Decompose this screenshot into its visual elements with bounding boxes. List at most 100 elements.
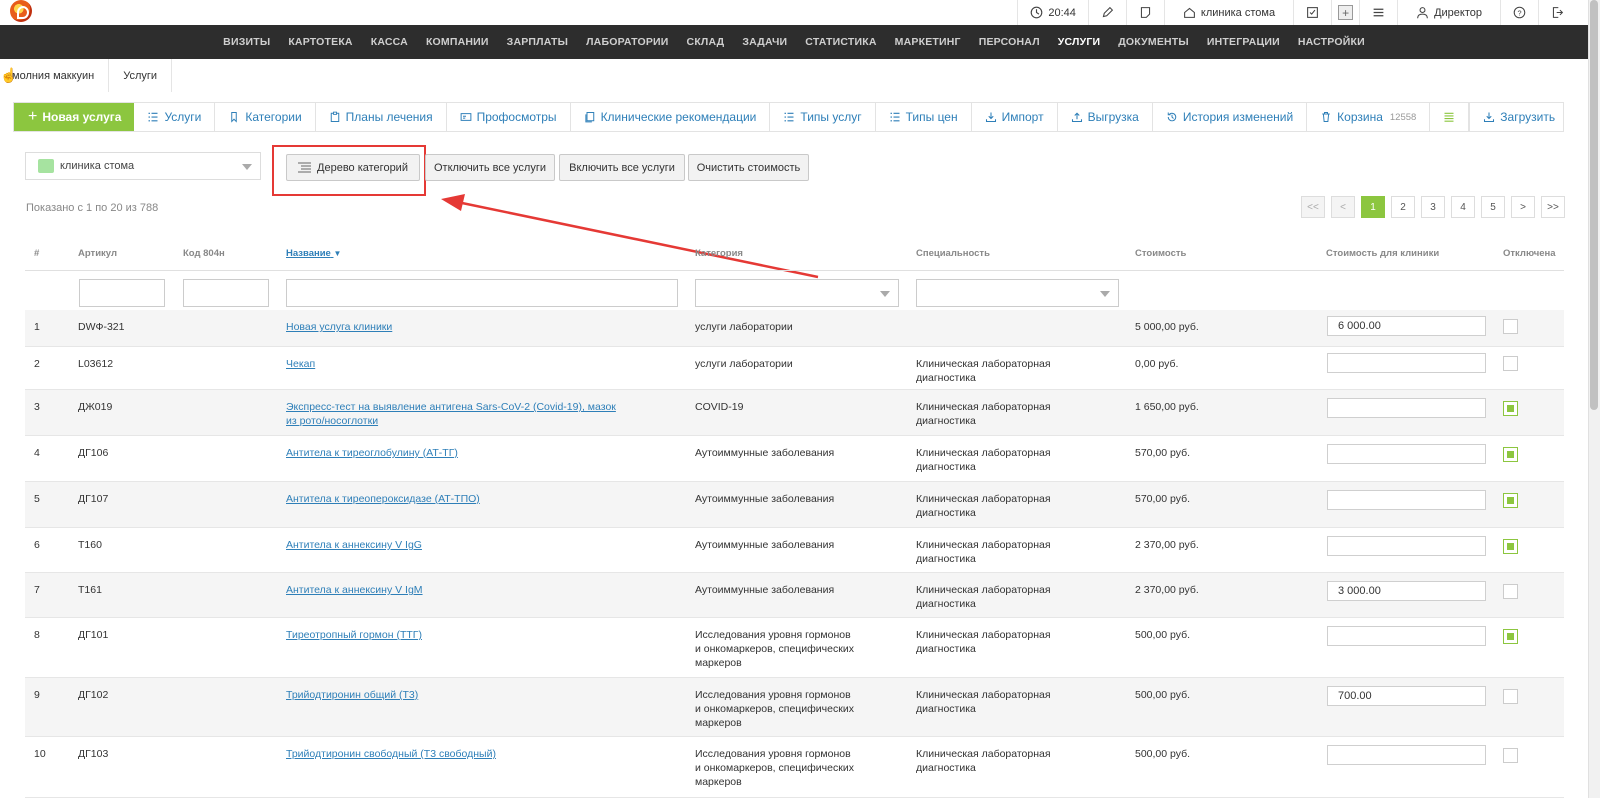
tab-categories[interactable]: Категории (215, 103, 316, 131)
page-button[interactable]: >> (1541, 196, 1565, 218)
disabled-checkbox[interactable] (1503, 689, 1518, 704)
disabled-checkbox[interactable] (1503, 748, 1518, 763)
tab-change-history[interactable]: История изменений (1153, 103, 1308, 131)
tasks-button[interactable] (1293, 0, 1331, 25)
clinic-cost-input[interactable] (1327, 536, 1486, 556)
clinic-cost-input[interactable] (1327, 444, 1486, 464)
nav-item-3[interactable]: КОМПАНИИ (417, 36, 498, 48)
menu-button[interactable] (1359, 0, 1397, 25)
service-name-link[interactable]: Антитела к аннексину V IgM (286, 583, 616, 597)
code-filter-input[interactable] (183, 279, 269, 307)
tab-clinical-recommendations[interactable]: Клинические рекомендации (571, 103, 771, 131)
service-name-link[interactable]: Антитела к аннексину V IgG (286, 538, 616, 552)
notes-button[interactable] (1125, 0, 1164, 25)
nav-item-0[interactable]: ВИЗИТЫ (214, 36, 279, 48)
load-button[interactable]: Загрузить (1469, 103, 1568, 131)
row-number: 7 (34, 584, 40, 596)
disabled-checkbox[interactable] (1503, 493, 1518, 508)
category-filter-select[interactable] (695, 279, 899, 307)
service-name-link[interactable]: Антитела к тиреопероксидазе (АТ-ТПО) (286, 492, 616, 506)
page-button[interactable]: 3 (1421, 196, 1445, 218)
column-cost[interactable]: Стоимость (1135, 248, 1186, 259)
tab-checkups[interactable]: Профосмотры (447, 103, 571, 131)
column-specialty[interactable]: Специальность (916, 248, 990, 259)
service-name-link[interactable]: Тиреотропный гормон (ТТГ) (286, 628, 616, 642)
disable-all-button[interactable]: Отключить все услуги (425, 154, 555, 181)
nav-item-9[interactable]: МАРКЕТИНГ (886, 36, 970, 48)
service-name-link[interactable]: Чекап (286, 357, 616, 371)
column-category[interactable]: Категория (695, 248, 743, 259)
clinic-cost-input[interactable]: 6 000.00 (1327, 316, 1486, 336)
nav-item-4[interactable]: ЗАРПЛАТЫ (498, 36, 577, 48)
column-clinic-cost[interactable]: Стоимость для клиники (1326, 248, 1439, 259)
logout-button[interactable] (1538, 0, 1576, 25)
columns-toggle-button[interactable] (1430, 103, 1470, 131)
clinic-cost-input[interactable] (1327, 626, 1486, 646)
service-name-link[interactable]: Экспресс-тест на выявление антигена Sars… (286, 400, 616, 428)
nav-item-7[interactable]: ЗАДАЧИ (733, 36, 796, 48)
clear-cost-button[interactable]: Очистить стоимость (688, 154, 809, 181)
nav-item-2[interactable]: КАССА (362, 36, 417, 48)
specialty-filter-select[interactable] (916, 279, 1119, 307)
service-name-link[interactable]: Трийодтиронин свободный (Т3 свободный) (286, 747, 616, 761)
clinic-cost-input[interactable]: 700.00 (1327, 686, 1486, 706)
page-button[interactable]: << (1301, 196, 1325, 218)
tab-categories-label: Категории (245, 110, 302, 124)
page-button[interactable]: 1 (1361, 196, 1385, 218)
name-filter-input[interactable] (286, 279, 678, 307)
disabled-checkbox[interactable] (1503, 447, 1518, 462)
user-menu[interactable]: Директор (1397, 0, 1500, 25)
column-disabled[interactable]: Отключена (1503, 248, 1556, 259)
scrollbar-thumb[interactable] (1590, 0, 1598, 410)
page-button[interactable]: > (1511, 196, 1535, 218)
tab-service-types[interactable]: Типы услуг (770, 103, 876, 131)
help-button[interactable]: ? (1500, 0, 1538, 25)
nav-item-13[interactable]: ИНТЕГРАЦИИ (1198, 36, 1289, 48)
nav-item-1[interactable]: КАРТОТЕКА (279, 36, 361, 48)
clinic-switcher[interactable]: клиника стома (1163, 0, 1293, 25)
disabled-checkbox[interactable] (1503, 584, 1518, 599)
clinic-cost-input[interactable] (1327, 353, 1486, 373)
service-name-link[interactable]: Антитела к тиреоглобулину (АТ-ТГ) (286, 446, 616, 460)
app-logo[interactable] (10, 0, 32, 22)
page-button[interactable]: 4 (1451, 196, 1475, 218)
disabled-checkbox[interactable] (1503, 401, 1518, 416)
disabled-checkbox[interactable] (1503, 539, 1518, 554)
tab-import[interactable]: Импорт (972, 103, 1058, 131)
nav-item-11[interactable]: УСЛУГИ (1049, 36, 1109, 48)
nav-item-6[interactable]: СКЛАД (678, 36, 734, 48)
clinic-select[interactable]: клиника стома (25, 152, 261, 180)
service-name-link[interactable]: Трийодтиронин общий (Т3) (286, 688, 616, 702)
tab-treatment-plans[interactable]: Планы лечения (316, 103, 447, 131)
article-filter-input[interactable] (79, 279, 165, 307)
service-name-link[interactable]: Новая услуга клиники (286, 320, 616, 334)
nav-item-5[interactable]: ЛАБОРАТОРИИ (577, 36, 677, 48)
add-button[interactable]: + (1331, 0, 1359, 25)
new-service-button[interactable]: + Новая услуга (14, 103, 135, 131)
column-name[interactable]: Название ▼ (286, 248, 341, 259)
disabled-checkbox[interactable] (1503, 356, 1518, 371)
clinic-cost-input[interactable]: 3 000.00 (1327, 581, 1486, 601)
clinic-cost-input[interactable] (1327, 490, 1486, 510)
column-article[interactable]: Артикул (78, 248, 117, 259)
nav-item-14[interactable]: НАСТРОЙКИ (1289, 36, 1374, 48)
clinic-cost-input[interactable] (1327, 745, 1486, 765)
tab-trash[interactable]: Корзина 12558 (1307, 103, 1431, 131)
page-scrollbar[interactable] (1588, 0, 1600, 798)
clinic-cost-input[interactable] (1327, 398, 1486, 418)
nav-item-12[interactable]: ДОКУМЕНТЫ (1109, 36, 1198, 48)
nav-item-8[interactable]: СТАТИСТИКА (796, 36, 885, 48)
disabled-checkbox[interactable] (1503, 319, 1518, 334)
tab-export[interactable]: Выгрузка (1058, 103, 1153, 131)
nav-item-10[interactable]: ПЕРСОНАЛ (970, 36, 1049, 48)
page-button[interactable]: < (1331, 196, 1355, 218)
column-code[interactable]: Код 804н (183, 248, 225, 259)
tab-services[interactable]: Услуги (134, 103, 216, 131)
page-button[interactable]: 2 (1391, 196, 1415, 218)
breadcrumb-services[interactable]: Услуги (109, 59, 173, 92)
edit-button[interactable] (1087, 0, 1126, 25)
enable-all-button[interactable]: Включить все услуги (559, 154, 685, 181)
disabled-checkbox[interactable] (1503, 629, 1518, 644)
tab-price-types[interactable]: Типы цен (876, 103, 972, 131)
page-button[interactable]: 5 (1481, 196, 1505, 218)
